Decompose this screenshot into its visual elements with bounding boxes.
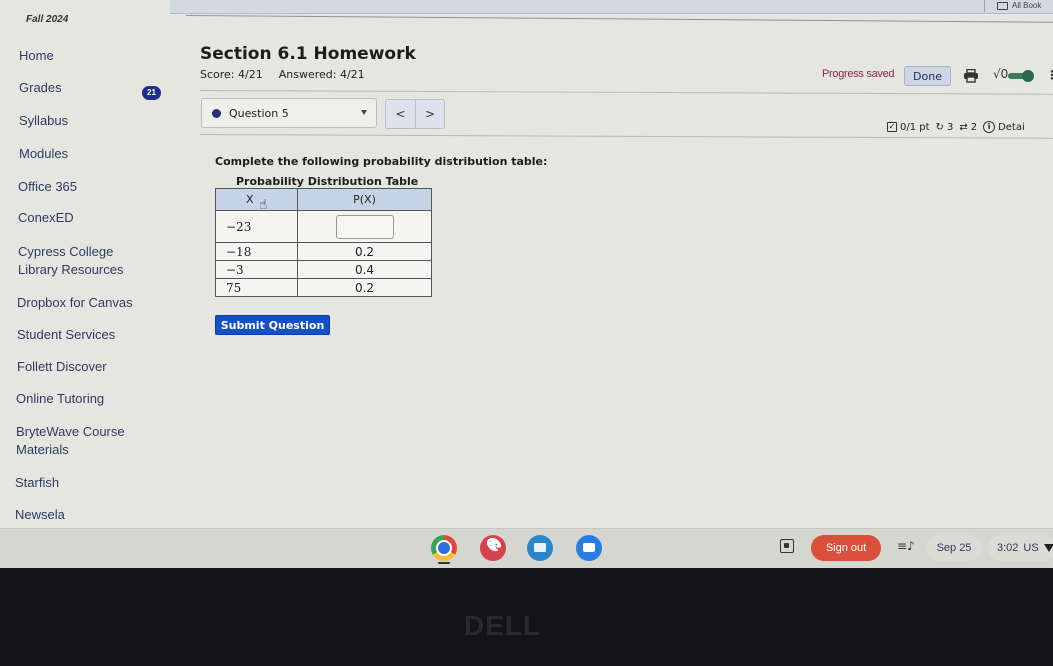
attempts-text: 2 bbox=[970, 121, 978, 133]
sidebar-item-label-line2: Materials bbox=[16, 442, 69, 457]
table-row: −3 0.4 bbox=[215, 260, 432, 279]
x-value: 75 bbox=[215, 278, 298, 297]
toggle-knob bbox=[1022, 70, 1034, 82]
sign-out-button[interactable]: Sign out bbox=[811, 535, 881, 561]
sidebar-item-online-tutoring[interactable]: Online Tutoring bbox=[16, 390, 104, 408]
px-value: 0.4 bbox=[297, 260, 432, 279]
media-controls-icon[interactable]: ≡♪ bbox=[897, 539, 915, 553]
bookmarks-separator bbox=[984, 0, 985, 12]
print-icon[interactable] bbox=[963, 69, 979, 83]
grades-count-badge: 21 bbox=[142, 86, 161, 100]
question-selector-label: Question 5 bbox=[229, 106, 289, 120]
dell-logo: DELL bbox=[464, 610, 542, 641]
table-row: −18 0.2 bbox=[215, 242, 432, 261]
next-question-button[interactable]: > bbox=[415, 100, 444, 128]
column-header-x: X bbox=[215, 188, 298, 211]
done-button[interactable]: Done bbox=[904, 66, 951, 86]
assignment-title: Section 6.1 Homework bbox=[200, 44, 416, 64]
sidebar-item-conexed[interactable]: ConexED bbox=[18, 209, 74, 227]
keyboard-locale: US bbox=[1023, 542, 1039, 554]
column-header-px: P(X) bbox=[297, 188, 432, 211]
video-meet-app-icon[interactable] bbox=[576, 535, 602, 561]
folder-icon bbox=[997, 1, 1008, 10]
sidebar-item-syllabus[interactable]: Syllabus bbox=[19, 112, 68, 130]
header-divider bbox=[185, 15, 1053, 23]
sidebar-item-student-services[interactable]: Student Services bbox=[17, 326, 115, 344]
score-text: Score: 4/21 bbox=[200, 68, 263, 81]
points-stat: ✓ 0/1 pt bbox=[887, 122, 930, 133]
system-tray[interactable]: 3:02 US bbox=[988, 535, 1053, 561]
details-text: Detai bbox=[998, 121, 1025, 133]
canvas-app-icon[interactable] bbox=[480, 535, 506, 561]
bookmarks-bar bbox=[170, 0, 1053, 14]
date-indicator[interactable]: Sep 25 bbox=[926, 535, 982, 561]
retries-text: 3 bbox=[946, 121, 954, 133]
question-nav: < > bbox=[385, 99, 445, 129]
info-icon: i bbox=[983, 121, 996, 133]
header-rule bbox=[199, 90, 1053, 95]
all-bookmarks-button[interactable]: All Book bbox=[997, 1, 1041, 10]
sidebar-item-dropbox[interactable]: Dropbox for Canvas bbox=[17, 294, 133, 312]
table-caption: Probability Distribution Table bbox=[236, 175, 419, 188]
score-line: Score: 4/21 Answered: 4/21 bbox=[200, 68, 365, 81]
math-palette-icon[interactable]: √0 bbox=[993, 67, 1008, 81]
question-prompt: Complete the following probability distr… bbox=[215, 155, 548, 168]
sidebar-item-office-365[interactable]: Office 365 bbox=[18, 178, 77, 196]
screen-capture-icon[interactable] bbox=[780, 539, 794, 553]
course-sidebar: Fall 2024 Home Grades 21 Syllabus Module… bbox=[0, 0, 180, 528]
math-palette-toggle[interactable] bbox=[1008, 70, 1034, 82]
question-selector[interactable]: Question 5 bbox=[201, 98, 377, 128]
sidebar-item-modules[interactable]: Modules bbox=[19, 145, 68, 163]
table-row: −23 bbox=[215, 210, 432, 243]
hand-cursor-icon: ☝ bbox=[259, 197, 268, 213]
sidebar-item-label-line2: Library Resources bbox=[18, 262, 124, 277]
probability-answer-input[interactable] bbox=[335, 214, 394, 239]
px-value: 0.2 bbox=[297, 278, 432, 297]
px-cell bbox=[297, 210, 432, 243]
all-bookmarks-label: All Book bbox=[1012, 1, 1042, 10]
sidebar-item-brytewave[interactable]: BryteWave Course Materials bbox=[16, 423, 125, 459]
points-text: 0/1 pt bbox=[900, 121, 930, 133]
classroom-app-icon[interactable] bbox=[527, 535, 553, 561]
question-stats: ✓ 0/1 pt ↻ 3 ⇄ 2 i Detai bbox=[887, 121, 1025, 133]
checkbox-icon: ✓ bbox=[887, 122, 897, 132]
clock-time: 3:02 bbox=[997, 542, 1019, 554]
sidebar-item-cypress-library[interactable]: Cypress College Library Resources bbox=[18, 243, 124, 279]
chevron-down-icon bbox=[361, 110, 367, 115]
active-app-indicator bbox=[438, 562, 450, 564]
question-status-dot bbox=[212, 108, 221, 118]
attempts-stat: ⇄ 2 bbox=[959, 122, 977, 133]
probability-table: X P(X) −23 −18 0.2 −3 0.4 75 0.2 bbox=[215, 188, 432, 297]
sidebar-item-follett-discover[interactable]: Follett Discover bbox=[17, 358, 107, 376]
os-shelf: Sign out ≡♪ Sep 25 3:02 US bbox=[0, 528, 1053, 568]
sidebar-item-label: BryteWave Course bbox=[16, 424, 125, 439]
sidebar-item-home[interactable]: Home bbox=[19, 47, 54, 65]
x-value: −18 bbox=[215, 242, 298, 261]
x-value: −3 bbox=[215, 260, 298, 279]
term-label: Fall 2024 bbox=[26, 14, 69, 25]
previous-question-button[interactable]: < bbox=[386, 100, 415, 128]
progress-status: Progress saved bbox=[822, 68, 895, 80]
sidebar-item-starfish[interactable]: Starfish bbox=[15, 474, 59, 492]
submit-question-button[interactable]: Submit Question bbox=[215, 315, 330, 335]
sidebar-item-label: Cypress College bbox=[18, 244, 114, 259]
retries-stat: ↻ 3 bbox=[936, 122, 954, 133]
table-header-row: X P(X) bbox=[215, 188, 432, 211]
attempts-icon: ⇄ bbox=[959, 121, 968, 133]
sidebar-item-grades[interactable]: Grades bbox=[19, 79, 62, 97]
wifi-icon bbox=[1043, 544, 1053, 552]
details-link[interactable]: i Detai bbox=[983, 121, 1025, 133]
sidebar-item-newsela[interactable]: Newsela bbox=[15, 506, 65, 524]
question-rule bbox=[199, 134, 1053, 139]
more-options-icon[interactable]: ⋮ bbox=[1046, 68, 1053, 82]
x-value: −23 bbox=[215, 210, 298, 243]
chrome-app-icon[interactable] bbox=[431, 535, 457, 561]
table-row: 75 0.2 bbox=[215, 278, 432, 297]
screen: All Book Fall 2024 Home Grades 21 Syllab… bbox=[0, 0, 1053, 568]
retry-icon: ↻ bbox=[935, 121, 944, 133]
px-value: 0.2 bbox=[297, 242, 432, 261]
answered-text: Answered: 4/21 bbox=[278, 68, 365, 81]
